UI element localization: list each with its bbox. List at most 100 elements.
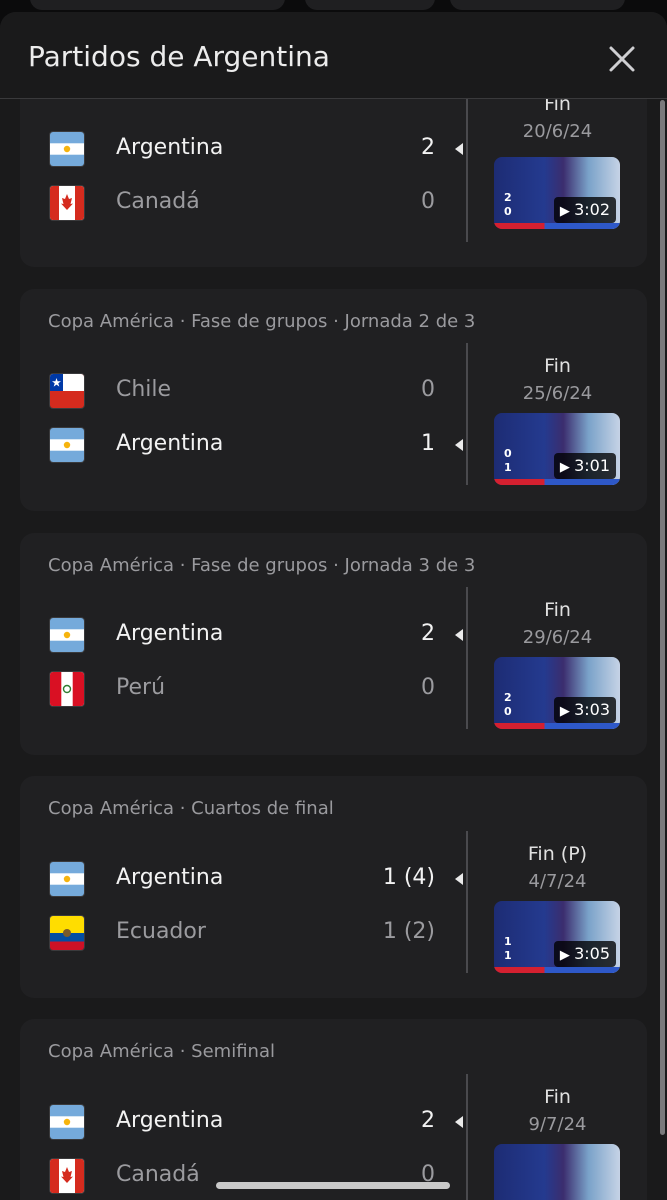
close-icon <box>609 46 635 72</box>
team-name: Argentina <box>116 1108 224 1133</box>
thumbnail-scores: 20 <box>504 691 540 719</box>
thumbnail-scores: 11 <box>504 935 540 963</box>
match-card[interactable]: Copa América · Fase de grupos · Jornada … <box>20 289 647 511</box>
thumbnail-stripe <box>494 223 620 229</box>
competition-label: Copa América · Semifinal <box>48 1041 275 1062</box>
highlights-video-thumbnail[interactable]: 0 1 ▶ 3:01 <box>494 413 620 485</box>
team-row: Canadá 0 <box>20 183 465 223</box>
video-duration: ▶ 3:01 <box>553 453 616 479</box>
matches-list[interactable]: Argentina 2 Canadá 0 Fin 20/6/24 2 0 ▶ 3:02 Copa … <box>0 99 667 1200</box>
match-card[interactable]: Copa América · Semifinal Argentina 2 Canadá… <box>20 1019 647 1200</box>
team-row: Argentina 1 (4) <box>20 859 465 899</box>
thumbnail-stripe <box>494 967 620 973</box>
matches-bottom-sheet: Partidos de Argentina Argentina 2 Canadá 0 F… <box>0 12 667 1200</box>
ecuador-flag <box>49 915 85 951</box>
scrollbar[interactable] <box>660 100 665 1135</box>
match-date: 29/6/24 <box>522 627 593 648</box>
team-score: 2 <box>421 1108 435 1133</box>
team-name: Chile <box>116 377 172 402</box>
thumbnail-score: 2 <box>504 191 512 204</box>
team-row: Argentina 2 <box>20 615 465 655</box>
canada-flag <box>49 185 85 221</box>
match-status: Fin <box>544 1086 571 1108</box>
team-name: Canadá <box>116 189 200 214</box>
team-score: 2 <box>421 621 435 646</box>
sheet-header: Partidos de Argentina <box>0 12 667 99</box>
sheet-title: Partidos de Argentina <box>28 40 330 73</box>
team-name: Argentina <box>116 135 224 160</box>
duration-text: 3:02 <box>574 200 610 219</box>
match-status: Fin <box>544 99 571 115</box>
team-score: 0 <box>421 675 435 700</box>
winner-marker-icon <box>455 439 463 451</box>
argentina-flag <box>49 617 85 653</box>
team-score: 1 <box>421 431 435 456</box>
argentina-flag <box>49 131 85 167</box>
winner-marker-icon <box>455 1116 463 1128</box>
competition-label: Copa América · Fase de grupos · Jornada … <box>48 555 476 576</box>
canada-flag <box>49 1158 85 1194</box>
team-row: Canadá 0 <box>20 1156 465 1196</box>
chile-flag <box>49 373 85 409</box>
thumbnail-score: 0 <box>504 705 512 718</box>
match-date: 20/6/24 <box>522 121 593 142</box>
competition-label: Copa América · Fase de grupos · Jornada … <box>48 311 476 332</box>
team-score: 0 <box>421 377 435 402</box>
video-duration: ▶ 3:02 <box>553 197 616 223</box>
background-tab <box>305 0 435 10</box>
team-row: Argentina 1 <box>20 425 465 465</box>
play-icon: ▶ <box>559 460 575 475</box>
team-score: 0 <box>421 189 435 214</box>
thumbnail-score: 1 <box>504 935 512 948</box>
argentina-flag <box>49 427 85 463</box>
highlights-video-thumbnail[interactable] <box>494 1144 620 1200</box>
match-status: Fin (P) <box>527 843 588 865</box>
home-indicator[interactable] <box>216 1182 450 1189</box>
winner-marker-icon <box>455 143 463 155</box>
team-score: 1 (4) <box>382 865 435 890</box>
match-date: 9/7/24 <box>528 1114 587 1135</box>
highlights-video-thumbnail[interactable]: 1 1 ▶ 3:05 <box>494 901 620 973</box>
close-button[interactable] <box>607 44 637 74</box>
thumbnail-stripe <box>494 479 620 485</box>
team-row: Chile 0 <box>20 371 465 411</box>
match-date: 25/6/24 <box>522 383 593 404</box>
play-icon: ▶ <box>559 948 575 963</box>
team-row: Perú 0 <box>20 669 465 709</box>
team-score: 1 (2) <box>382 919 435 944</box>
winner-marker-icon <box>455 873 463 885</box>
match-card[interactable]: Copa América · Cuartos de final Argentina… <box>20 776 647 998</box>
winner-marker-icon <box>455 629 463 641</box>
thumbnail-score: 1 <box>504 949 512 962</box>
team-name: Ecuador <box>116 919 206 944</box>
background-tab <box>30 0 285 10</box>
duration-text: 3:05 <box>574 944 610 963</box>
thumbnail-scores: 20 <box>504 191 540 219</box>
match-card[interactable]: Argentina 2 Canadá 0 Fin 20/6/24 2 0 ▶ 3:02 <box>20 99 647 267</box>
match-status: Fin <box>544 599 571 621</box>
competition-label: Copa América · Cuartos de final <box>48 798 334 819</box>
highlights-video-thumbnail[interactable]: 2 0 ▶ 3:02 <box>494 157 620 229</box>
duration-text: 3:03 <box>574 700 610 719</box>
thumbnail-score: 1 <box>504 461 512 474</box>
team-row: Argentina 2 <box>20 1102 465 1142</box>
match-date: 4/7/24 <box>528 871 587 892</box>
thumbnail-stripe <box>494 723 620 729</box>
argentina-flag <box>49 861 85 897</box>
thumbnail-score: 0 <box>504 447 512 460</box>
team-score: 2 <box>421 135 435 160</box>
match-status: Fin <box>544 355 571 377</box>
play-icon: ▶ <box>559 704 575 719</box>
duration-text: 3:01 <box>574 456 610 475</box>
match-card[interactable]: Copa América · Fase de grupos · Jornada … <box>20 533 647 755</box>
video-duration: ▶ 3:05 <box>553 941 616 967</box>
team-name: Argentina <box>116 865 224 890</box>
team-name: Perú <box>116 675 166 700</box>
highlights-video-thumbnail[interactable]: 2 0 ▶ 3:03 <box>494 657 620 729</box>
play-icon: ▶ <box>559 204 575 219</box>
team-name: Canadá <box>116 1162 200 1187</box>
team-row: Argentina 2 <box>20 129 465 169</box>
peru-flag <box>49 671 85 707</box>
thumbnail-score: 0 <box>504 205 512 218</box>
team-row: Ecuador 1 (2) <box>20 913 465 953</box>
